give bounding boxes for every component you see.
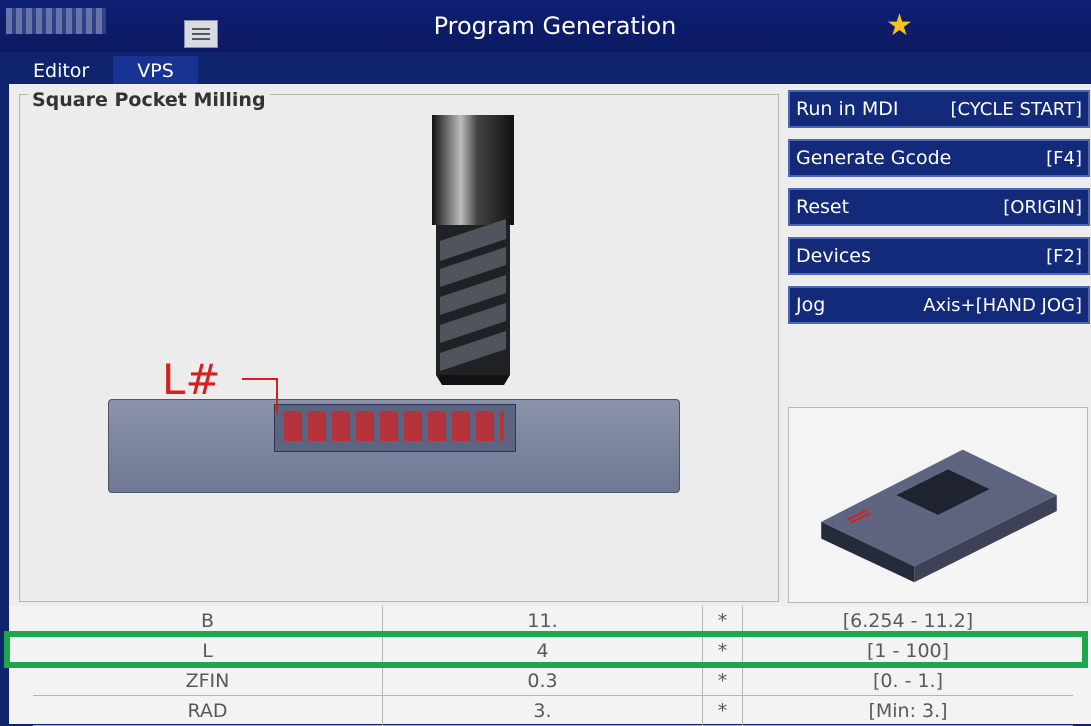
diagram-label: L# <box>162 355 221 404</box>
devices-button[interactable]: Devices [F2] <box>788 237 1090 275</box>
action-shortcut: [F4] <box>1046 147 1082 169</box>
action-shortcut: Axis+[HAND JOG] <box>923 294 1082 316</box>
parameter-value[interactable]: 3. <box>383 696 703 725</box>
parameter-name: ZFIN <box>33 666 383 695</box>
menu-button[interactable] <box>184 20 218 48</box>
page-title: Program Generation <box>433 12 677 40</box>
parameter-range: [0. - 1.] <box>872 669 944 692</box>
action-menu: Run in MDI [CYCLE START] Generate Gcode … <box>788 90 1090 335</box>
pocket-preview-image <box>788 407 1088 603</box>
end-mill-icon <box>432 115 514 385</box>
tab-strip: Editor VPS <box>9 56 198 86</box>
action-label: Devices <box>796 245 871 267</box>
action-label: Reset <box>796 196 850 218</box>
menu-icon <box>192 28 210 30</box>
reset-button[interactable]: Reset [ORIGIN] <box>788 188 1090 226</box>
title-bar: Program Generation ★ <box>0 0 1091 52</box>
main-panel: Square Pocket Milling L# Run in MDI [CYC… <box>9 84 1091 606</box>
parameter-flag: * <box>703 696 743 725</box>
action-shortcut: [ORIGIN] <box>1003 196 1082 218</box>
diagram-leader-line <box>242 378 278 414</box>
toolpath-lines <box>284 411 504 441</box>
jog-button[interactable]: Jog Axis+[HAND JOG] <box>788 286 1090 324</box>
table-row[interactable]: RAD 3. * [Min: 3.] <box>33 696 1073 726</box>
run-in-mdi-button[interactable]: Run in MDI [CYCLE START] <box>788 90 1090 128</box>
action-label: Generate Gcode <box>796 147 952 169</box>
action-shortcut: [CYCLE START] <box>950 98 1082 120</box>
milling-diagram-panel: Square Pocket Milling L# <box>19 89 779 602</box>
table-row[interactable]: ZFIN 0.3 * [0. - 1.] <box>33 666 1073 696</box>
generate-gcode-button[interactable]: Generate Gcode [F4] <box>788 139 1090 177</box>
star-icon[interactable]: ★ <box>886 10 913 42</box>
action-label: Jog <box>796 294 826 316</box>
action-label: Run in MDI <box>796 98 899 120</box>
status-indicators <box>6 8 106 34</box>
action-shortcut: [F2] <box>1046 245 1082 267</box>
tab-vps[interactable]: VPS <box>113 56 198 86</box>
tab-editor[interactable]: Editor <box>9 56 113 86</box>
parameter-flag: * <box>703 666 743 695</box>
highlight-box <box>4 631 1088 668</box>
parameter-name: RAD <box>33 696 383 725</box>
parameter-value[interactable]: 0.3 <box>383 666 703 695</box>
parameter-range: [Min: 3.] <box>868 699 948 722</box>
panel-title: Square Pocket Milling <box>28 89 270 111</box>
